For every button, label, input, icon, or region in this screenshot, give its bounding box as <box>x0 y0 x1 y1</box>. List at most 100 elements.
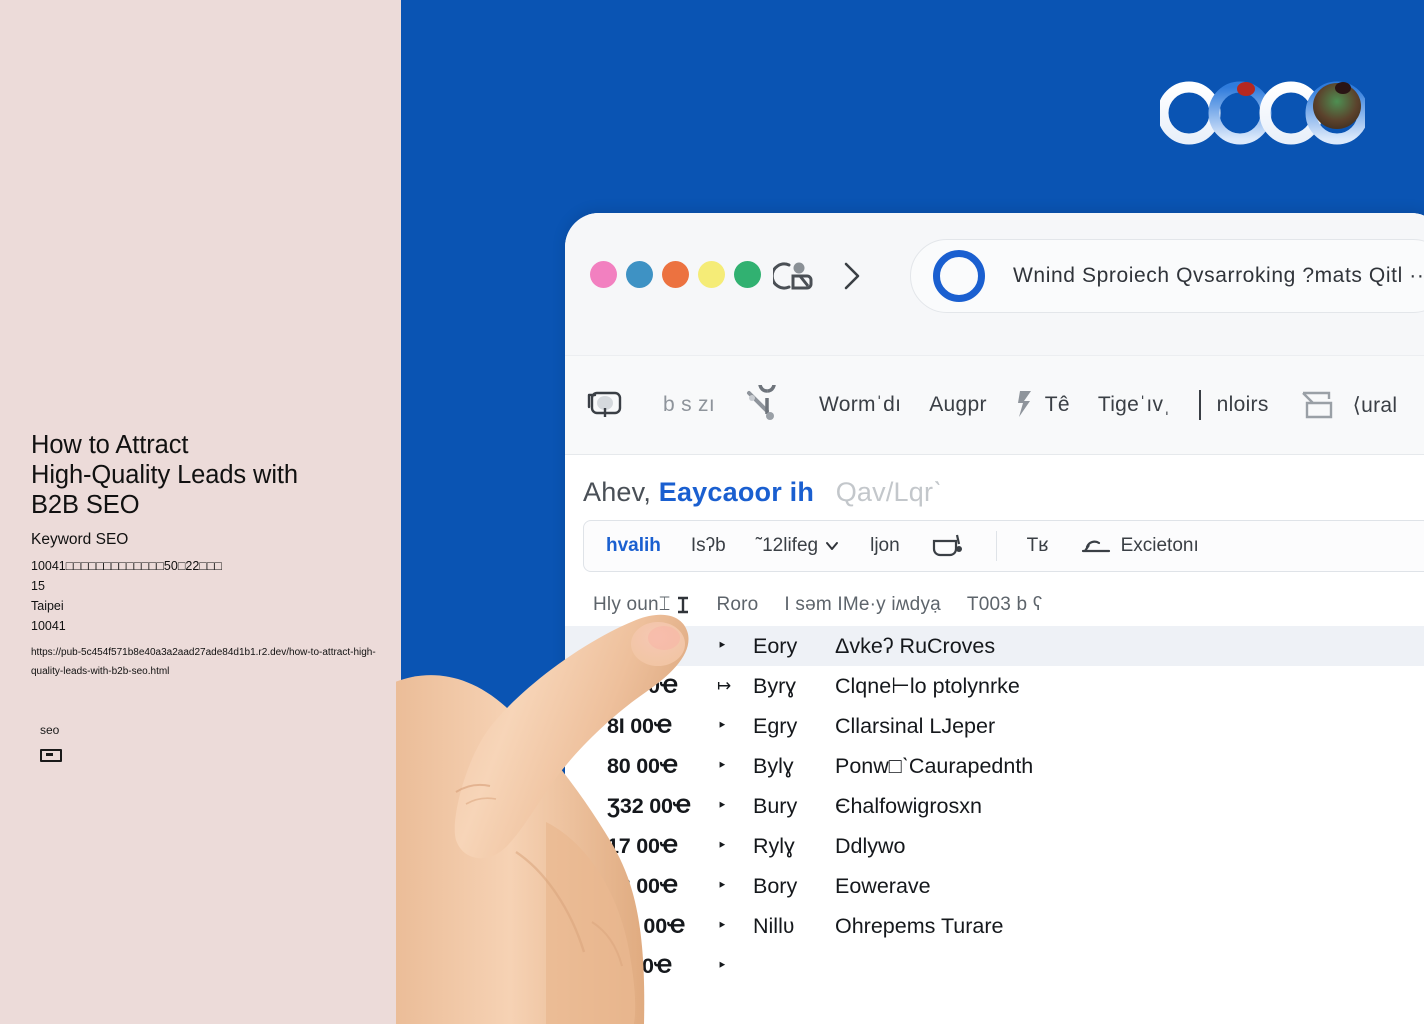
toolbar-item-tigerv[interactable]: Tigeˈıvˌ <box>1098 393 1171 417</box>
traffic-light-yellow[interactable] <box>698 261 725 288</box>
row-category: Eory <box>753 633 798 658</box>
row-category: Rylɣ <box>753 833 795 858</box>
table-row[interactable]: 80 00Ҽ ‣ Bylɣ Ponw□ˋCaurapednth <box>565 746 1424 786</box>
section-heading-suffix: Qav/Lqrˋ <box>835 477 943 507</box>
navigation-controls[interactable] <box>773 259 863 293</box>
address-bar-text[interactable]: Wnind Sproiech Qvsarroking ?mats Qitl ·· <box>1013 264 1424 288</box>
table-row[interactable]: 8I̵ 00Ҽ ‣ <box>565 946 1424 986</box>
toolbar-item-kural[interactable]: ⟨ural <box>1297 385 1398 425</box>
window-controls[interactable] <box>590 261 761 288</box>
traffic-light-blue[interactable] <box>626 261 653 288</box>
filter-ljon[interactable]: ljon <box>870 535 900 557</box>
filter-hvalih[interactable]: hvalih <box>606 535 661 557</box>
article-subtitle: Keyword SEO <box>31 531 129 548</box>
results-table: Hly oun⌶ Roro I səm IMe·y iʍdyạ T003 b … <box>565 584 1424 986</box>
toolbar-item-augpr-label: Augpr <box>929 393 987 416</box>
tag-label[interactable]: seo <box>40 723 381 737</box>
page-title: How to Attract High-Quality Leads with B… <box>31 431 298 519</box>
filter-ljon-label: ljon <box>870 535 900 556</box>
logo-circle-4 <box>1305 81 1365 145</box>
filter-12lifeg-label: ˜12lifeg <box>755 535 819 556</box>
row-title: Єhalfowigrosxn <box>835 793 982 818</box>
toolbar-item-tigerv-label: Tigeˈıvˌ <box>1097 393 1171 416</box>
toolbar-item-home[interactable] <box>583 385 635 425</box>
traffic-light-orange[interactable] <box>662 261 689 288</box>
row-trend-icon: ‣ <box>717 876 728 895</box>
table-row[interactable]: 8I 00Ҽ ‣ Egry Cllarsinal LJeper <box>565 706 1424 746</box>
row-metric: 8I 00Ҽ <box>607 713 673 738</box>
toolbar-item-wormdi[interactable]: Wormˈdı <box>819 393 901 417</box>
row-category: Bory <box>753 873 798 898</box>
row-trend-icon: ‣ <box>717 836 728 855</box>
table-header-1[interactable]: Hly oun⌶ <box>593 594 690 616</box>
article-url[interactable]: https://pub-5c454f571b8e40a3a2aad27ade84… <box>31 643 381 681</box>
address-bar[interactable]: Wnind Sproiech Qvsarroking ?mats Qitl ·· <box>910 239 1424 313</box>
traffic-light-pink[interactable] <box>590 261 617 288</box>
flag-glyph-icon <box>1015 385 1037 425</box>
filter-hvalih-label: hvalih <box>606 535 661 556</box>
filter-excieton-label: Excietonı <box>1120 535 1199 556</box>
row-metric: Ʒ32 00Ҽ <box>607 793 691 818</box>
row-metric: SO 00Ҽ <box>607 913 686 938</box>
toolbar-item-wormdi-label: Wormˈdı <box>818 393 902 416</box>
meta-line-address: 10041□□□□□□□□□□□□□50□22□□□ <box>31 559 222 573</box>
table-row[interactable]: Ʒ32 00Ҽ ‣ Bury Єhalfowigrosxn <box>565 786 1424 826</box>
table-header-2[interactable]: Roro <box>716 594 758 616</box>
row-trend-icon: ‣ <box>717 796 728 815</box>
filter-excieton[interactable]: Excietonı <box>1079 534 1199 558</box>
filter-tk[interactable]: Tʁ <box>1027 535 1049 557</box>
row-title: Δvkeʔ RuCroves <box>835 633 996 658</box>
row-trend-icon: ↦ <box>717 676 732 695</box>
filter-12lifeg[interactable]: ˜12lifeg <box>756 535 840 557</box>
row-title: Cllarsinal LJeper <box>835 713 996 738</box>
row-category: Nillʋ <box>753 913 795 938</box>
toolbar-item-augpr[interactable]: Augpr <box>929 393 987 417</box>
browser-window: Wnind Sproiech Qvsarroking ?mats Qitl ··… <box>565 213 1424 1024</box>
curved-arrow-icon <box>932 534 962 557</box>
toolbar-item-nloirs-label: nloirs <box>1216 393 1269 416</box>
row-metric: 13 00Ҽ <box>607 673 679 698</box>
row-metric: 17 00Ҽ <box>607 833 679 858</box>
meta-line-postcode: 10041 <box>31 619 66 633</box>
table-row[interactable]: 32 00Ҽ ‣ Bory Eowerave <box>565 866 1424 906</box>
screenshot-root: How to Attract High-Quality Leads with B… <box>0 0 1424 1024</box>
section-heading: Ahev, Eaycaoor ih Qav/Lqrˋ <box>565 455 1424 520</box>
row-category: Bury <box>753 793 798 818</box>
row-trend-icon: ‣ <box>717 956 728 975</box>
article-block: How to Attract High-Quality Leads with B… <box>31 430 381 762</box>
row-metric: 68 00Ҽ <box>607 633 679 658</box>
sort-icon <box>678 596 689 614</box>
filter-islb[interactable]: Isʔb <box>691 535 726 557</box>
app-toolbar[interactable]: b s zı Wormˈdı Augpr Tê Tigeˈıvˌ nloirs … <box>565 355 1424 455</box>
back-reload-icon[interactable] <box>773 259 817 293</box>
page-content: Ahev, Eaycaoor ih Qav/Lqrˋ hvalih Isʔb ˜… <box>565 455 1424 1024</box>
tag-block: seo <box>40 723 381 762</box>
toolbar-item-scissor[interactable] <box>743 385 791 425</box>
table-header-3-label: I səm IMe·y iʍdyạ <box>784 594 941 615</box>
toolbar-item-te[interactable]: Tê <box>1015 385 1070 425</box>
toolbar-item-b-s-zi[interactable]: b s zı <box>663 393 715 417</box>
row-trend-icon: ‣ <box>717 636 728 655</box>
blue-ring-icon <box>933 250 985 302</box>
chevron-right-icon[interactable] <box>841 259 863 293</box>
table-header-4[interactable]: T003 b ʕ <box>967 594 1043 616</box>
box-glyph-icon <box>1297 385 1345 425</box>
table-row[interactable]: 13 00Ҽ ↦ Byrɣ Clqne⊢lo ptolynrke <box>565 666 1424 706</box>
table-body: 68 00Ҽ ‣ Eory Δvkeʔ RuCroves 13 00Ҽ ↦ By… <box>565 626 1424 986</box>
toolbar-item-kural-label: ⟨ural <box>1352 393 1398 417</box>
row-title: Ddlywo <box>835 833 906 858</box>
filter-curve-icon[interactable] <box>930 531 966 561</box>
logo-circle-2 <box>1208 81 1272 145</box>
row-metric: 8I̵ 00Ҽ <box>607 953 673 978</box>
toolbar-item-nloirs[interactable]: nloirs <box>1198 390 1269 420</box>
traffic-light-green[interactable] <box>734 261 761 288</box>
filter-tk-label: Tʁ <box>1026 535 1049 556</box>
table-row[interactable]: 68 00Ҽ ‣ Eory Δvkeʔ RuCroves <box>565 626 1424 666</box>
table-header-3[interactable]: I səm IMe·y iʍdyạ <box>784 594 941 616</box>
table-row[interactable]: SO 00Ҽ ‣ Nillʋ Ohrepems Turare <box>565 906 1424 946</box>
row-metric: 32 00Ҽ <box>607 873 679 898</box>
table-row[interactable]: 17 00Ҽ ‣ Rylɣ Ddlywo <box>565 826 1424 866</box>
pipe-icon <box>1198 390 1201 420</box>
filter-bar[interactable]: hvalih Isʔb ˜12lifeg ljon Tʁ Excietonı <box>583 520 1424 572</box>
home-glyph-icon <box>583 385 627 425</box>
